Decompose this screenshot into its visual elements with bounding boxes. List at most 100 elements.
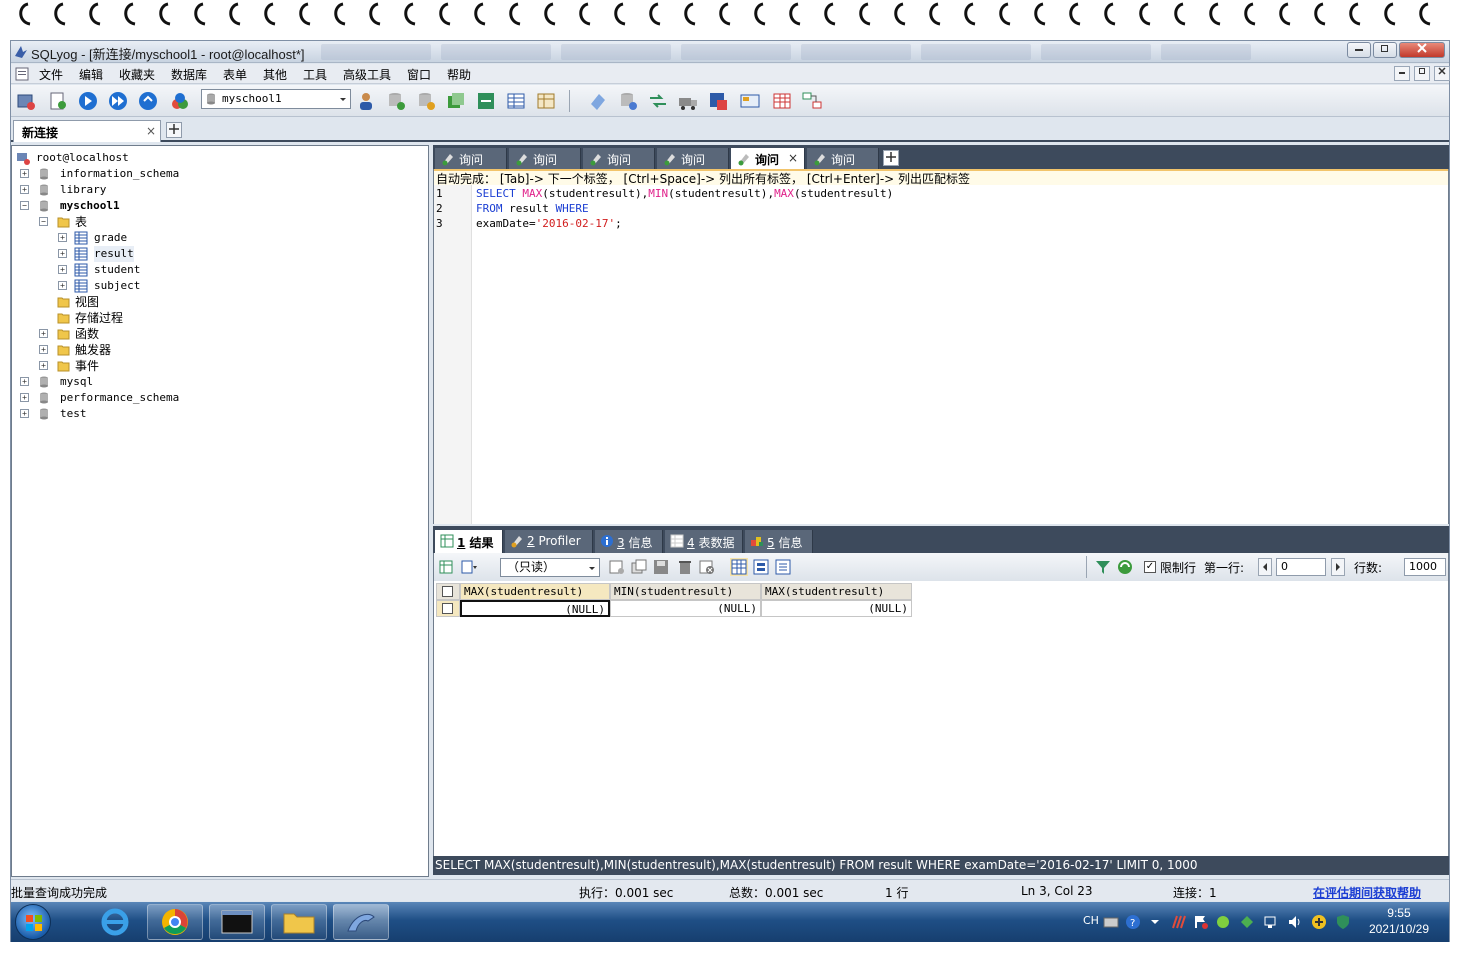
help-icon[interactable]: ? — [1125, 914, 1141, 930]
column-header[interactable]: MIN(studentresult) — [610, 583, 761, 600]
execute-query-icon[interactable] — [77, 90, 99, 112]
result-tab-info[interactable]: 5 信息 — [745, 530, 813, 553]
database-select[interactable]: myschool1 — [201, 89, 351, 109]
ime-indicator[interactable]: CH — [1083, 914, 1099, 927]
taskbar-clock[interactable]: 9:55 2021/10/29 — [1369, 905, 1429, 937]
new-connection-icon[interactable] — [15, 90, 37, 112]
execute-all-queries-icon[interactable] — [107, 90, 129, 112]
mdi-close-button[interactable] — [1434, 66, 1450, 81]
expand-icon[interactable]: + — [58, 249, 67, 258]
mdi-restore-button[interactable] — [1414, 66, 1430, 81]
expand-icon[interactable]: + — [20, 169, 29, 178]
taskbar-mysql-console[interactable] — [209, 904, 265, 940]
menu-help[interactable]: 帮助 — [447, 66, 471, 83]
expand-icon[interactable]: + — [58, 281, 67, 290]
restore-database-icon[interactable] — [415, 90, 437, 112]
next-page-button[interactable] — [1331, 558, 1345, 576]
expand-icon[interactable]: + — [58, 265, 67, 274]
row-checkbox[interactable] — [442, 603, 453, 614]
new-query-tab-button[interactable] — [883, 150, 899, 166]
mdi-minimize-button[interactable] — [1394, 66, 1410, 81]
app-tray-icon[interactable] — [1171, 914, 1187, 930]
table-cell[interactable]: (NULL) — [610, 600, 761, 617]
menu-file[interactable]: 文件 — [39, 66, 63, 83]
refresh-object-browser-icon[interactable] — [169, 90, 191, 112]
column-header[interactable]: MAX(studentresult) — [761, 583, 912, 600]
refresh-results-icon[interactable] — [1116, 558, 1134, 576]
backup-database-icon[interactable] — [385, 90, 407, 112]
copy-options-icon[interactable] — [460, 558, 478, 576]
form-view-icon[interactable] — [752, 558, 770, 576]
taskbar-explorer[interactable] — [271, 904, 327, 940]
tray-options-icon[interactable] — [1147, 914, 1163, 930]
first-row-input[interactable]: 0 — [1276, 558, 1326, 576]
grid-view-icon[interactable] — [730, 558, 748, 576]
connection-tab[interactable]: 新连接 × — [13, 120, 161, 142]
menu-advanced-tools[interactable]: 高级工具 — [343, 66, 391, 83]
network-icon[interactable] — [1263, 914, 1279, 930]
close-connection-icon[interactable]: × — [146, 124, 156, 138]
result-tab-results[interactable]: 1 结果 — [435, 530, 503, 553]
table-cell[interactable]: (NULL) — [460, 600, 610, 617]
save-changes-icon[interactable] — [652, 558, 670, 576]
copy-database-icon[interactable] — [445, 90, 467, 112]
collapse-icon[interactable]: − — [39, 217, 48, 226]
export-icon[interactable] — [438, 558, 456, 576]
select-all-checkbox[interactable] — [442, 586, 453, 597]
network-tool-icon[interactable] — [1239, 914, 1255, 930]
new-connection-tab-button[interactable] — [166, 122, 182, 138]
security-tray-icon[interactable] — [1215, 914, 1231, 930]
expand-icon[interactable]: + — [20, 185, 29, 194]
menu-database[interactable]: 数据库 — [171, 66, 207, 83]
cancel-changes-icon[interactable] — [698, 558, 716, 576]
expand-icon[interactable]: + — [39, 329, 48, 338]
menu-edit[interactable]: 编辑 — [79, 66, 103, 83]
close-button[interactable] — [1399, 42, 1445, 58]
row-count-input[interactable]: 1000 — [1404, 558, 1446, 576]
filter-icon[interactable] — [1094, 558, 1112, 576]
delete-row-icon[interactable] — [676, 558, 694, 576]
previous-page-button[interactable] — [1258, 558, 1272, 576]
new-query-icon[interactable] — [47, 90, 69, 112]
title-bar[interactable]: SQLyog - [新连接/myschool1 - root@localhost… — [11, 41, 1449, 63]
evaluation-help-link[interactable]: 在评估期间获取帮助 — [1313, 884, 1421, 901]
query-tab-3[interactable]: 询问 — [583, 148, 655, 169]
user-manager-icon[interactable] — [355, 90, 377, 112]
volume-icon[interactable] — [1287, 914, 1303, 930]
expand-icon[interactable]: + — [20, 393, 29, 402]
menu-other[interactable]: 其他 — [263, 66, 287, 83]
query-tab-5-active[interactable]: 询问 × — [731, 148, 805, 169]
collapse-icon[interactable]: − — [20, 201, 29, 210]
text-view-icon[interactable] — [774, 558, 792, 576]
query-tab-1[interactable]: 询问 — [435, 148, 507, 169]
duplicate-row-icon[interactable] — [630, 558, 648, 576]
result-tab-messages[interactable]: 3 信息 — [595, 530, 663, 553]
query-tab-6[interactable]: 询问 — [807, 148, 879, 169]
action-center-icon[interactable] — [1193, 914, 1209, 930]
table-cell[interactable]: (NULL) — [761, 600, 912, 617]
query-tab-4[interactable]: 询问 — [657, 148, 729, 169]
start-button[interactable] — [15, 904, 51, 940]
close-query-tab-icon[interactable]: × — [788, 151, 798, 165]
er-diagram-icon[interactable] — [801, 90, 823, 112]
tray-plus-icon[interactable] — [1311, 914, 1327, 930]
data-sync-icon[interactable] — [647, 90, 669, 112]
column-header[interactable]: MAX(studentresult) — [460, 583, 610, 600]
restore-button[interactable] — [1373, 42, 1397, 58]
expand-icon[interactable]: + — [20, 377, 29, 386]
scheduled-backup-icon[interactable] — [617, 90, 639, 112]
result-tab-profiler[interactable]: 2 Profiler — [505, 530, 593, 553]
import-external-data-icon[interactable] — [587, 90, 609, 112]
menu-favorites[interactable]: 收藏夹 — [119, 66, 155, 83]
row-selector[interactable] — [436, 600, 460, 617]
expand-icon[interactable]: + — [20, 409, 29, 418]
table-data-icon[interactable] — [505, 90, 527, 112]
menu-tools[interactable]: 工具 — [303, 66, 327, 83]
limit-rows-checkbox[interactable]: ✓ — [1144, 561, 1156, 573]
taskbar-sqlyog[interactable] — [333, 904, 389, 940]
menu-window[interactable]: 窗口 — [407, 66, 431, 83]
sql-editor[interactable]: 自动完成： [Tab]-> 下一个标签， [Ctrl+Space]-> 列出所有… — [433, 169, 1449, 524]
expand-icon[interactable]: + — [39, 345, 48, 354]
query-builder-icon[interactable] — [739, 90, 761, 112]
minimize-button[interactable] — [1347, 42, 1371, 58]
